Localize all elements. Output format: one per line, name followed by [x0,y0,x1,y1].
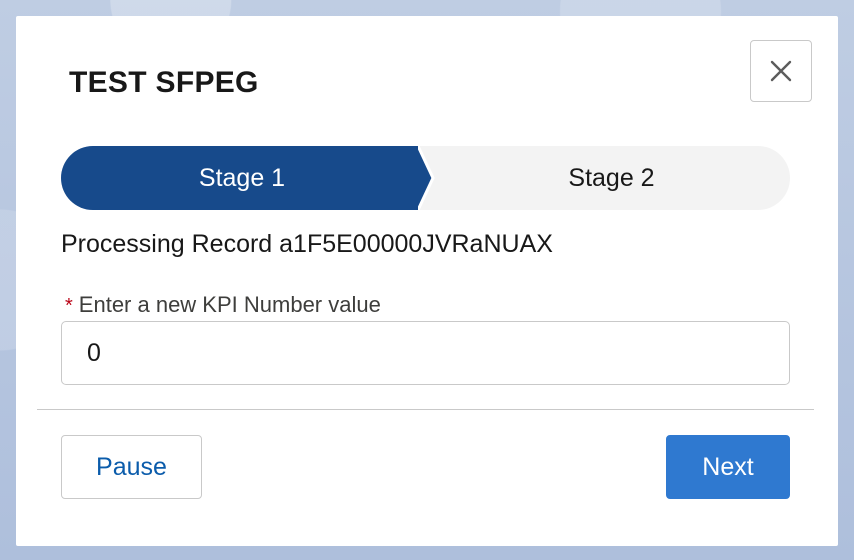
stage-1-label: Stage 1 [198,163,286,192]
close-button[interactable] [750,40,812,102]
required-indicator: * [65,295,73,317]
modal-dialog: TEST SFPEG Stage 1 Stage 2 Processing Re… [16,16,838,546]
stage-2-tab[interactable]: Stage 2 [433,146,790,210]
modal-title: TEST SFPEG [69,66,259,99]
close-icon [770,60,792,82]
processing-record-text: Processing Record a1F5E00000JVRaNUAX [61,230,553,258]
stage-path: Stage 1 Stage 2 [61,146,790,210]
kpi-field-label: * Enter a new KPI Number value [65,292,381,318]
kpi-number-input[interactable] [61,321,790,385]
footer-divider [37,409,814,410]
next-button[interactable]: Next [666,435,790,499]
pause-button[interactable]: Pause [61,435,202,499]
stage-2-label: Stage 2 [568,163,655,192]
stage-1-tab[interactable]: Stage 1 [61,146,433,210]
kpi-field-label-text: Enter a new KPI Number value [78,292,381,317]
